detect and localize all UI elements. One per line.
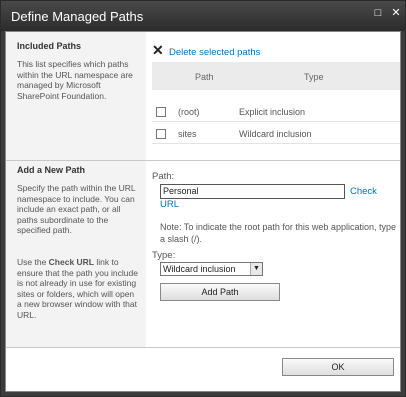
row-type: Wildcard inclusion <box>239 129 312 139</box>
dialog-content: Included Paths This list specifies which… <box>5 31 401 392</box>
row-checkbox-sites[interactable] <box>156 129 166 139</box>
row-path: (root) <box>178 107 200 117</box>
path-input[interactable]: Personal <box>160 184 345 199</box>
check-url-description: Use the Check URL link to ensure that th… <box>17 257 139 320</box>
included-paths-panel: ✕ Delete selected paths Path Type (root)… <box>146 32 400 160</box>
included-paths-heading: Included Paths <box>17 41 82 51</box>
root-path-note: Note: To indicate the root path for this… <box>160 222 396 244</box>
table-row: (root) Explicit inclusion <box>152 102 400 122</box>
footer-divider <box>6 347 400 348</box>
define-managed-paths-dialog: Define Managed Paths □ ✕ Included Paths … <box>0 0 406 397</box>
row-type: Explicit inclusion <box>239 107 306 117</box>
delete-x-icon: ✕ <box>152 42 164 58</box>
chevron-down-icon: ▼ <box>250 263 262 275</box>
maximize-icon[interactable]: □ <box>371 7 385 21</box>
paths-table-header: Path Type <box>152 62 400 90</box>
row-checkbox-root[interactable] <box>156 107 166 117</box>
column-header-type[interactable]: Type <box>304 72 324 82</box>
type-select-value: Wildcard inclusion <box>163 264 236 274</box>
add-path-description: Specify the path within the URL namespac… <box>17 183 136 235</box>
table-row: sites Wildcard inclusion <box>152 124 400 144</box>
title-bar: Define Managed Paths □ ✕ <box>1 1 405 31</box>
add-path-panel: Path: Personal Check URL Note: To indica… <box>146 161 400 347</box>
add-path-heading: Add a New Path <box>17 165 86 175</box>
column-header-path[interactable]: Path <box>195 72 214 82</box>
delete-selected-paths-link[interactable]: ✕ Delete selected paths <box>152 42 312 59</box>
ok-button[interactable]: OK <box>282 358 394 376</box>
check-url-link-cont[interactable]: URL <box>160 199 179 210</box>
included-paths-description: This list specifies which paths within t… <box>17 59 133 101</box>
dialog-title: Define Managed Paths <box>11 9 144 24</box>
row-path: sites <box>178 129 197 139</box>
check-url-desc-bold: Check URL <box>48 257 94 267</box>
type-select[interactable]: Wildcard inclusion ▼ <box>160 262 263 276</box>
type-label: Type: <box>152 250 176 261</box>
delete-selected-paths-label: Delete selected paths <box>169 47 261 58</box>
close-icon[interactable]: ✕ <box>389 7 403 21</box>
included-paths-info: Included Paths This list specifies which… <box>6 32 146 160</box>
path-label: Path: <box>152 171 175 182</box>
add-path-info: Add a New Path Specify the path within t… <box>6 161 146 347</box>
add-path-button[interactable]: Add Path <box>160 283 280 301</box>
check-url-desc-pre: Use the <box>17 257 49 267</box>
check-url-link[interactable]: Check <box>350 186 377 197</box>
